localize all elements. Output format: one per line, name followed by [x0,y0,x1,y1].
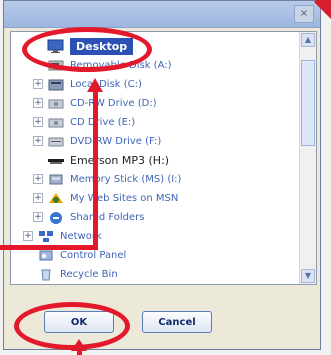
desktop-arrow-shaft [93,92,98,246]
tree-item-label: CD-RW Drive (D:) [70,97,157,109]
tree-item[interactable]: + My Web Sites on MSN [33,188,178,208]
tree-item-label: Control Panel [60,249,127,261]
tree-item[interactable]: ACARS BIKE BACKUP [23,283,163,284]
network-icon [37,229,55,244]
tree-item-label: My Web Sites on MSN [70,192,179,204]
vertical-scrollbar[interactable]: ▲ ▼ [299,32,316,284]
dvd-drive-icon [47,134,65,149]
web-sites-icon [47,191,65,206]
desktop-arrow-head [87,78,103,92]
mp3-player-icon [47,153,65,168]
scroll-thumb[interactable] [301,60,315,146]
scroll-down-icon[interactable]: ▼ [301,269,315,283]
tree-item-label: CD Drive (E:) [70,116,136,128]
desktop-highlight-circle [22,27,152,72]
close-icon[interactable]: × [300,8,308,19]
expand-toggle[interactable]: + [33,98,43,108]
tree-item[interactable]: + CD Drive (E:) [33,112,135,132]
tree-item-label: Local Disk (C:) [70,78,142,90]
expand-toggle[interactable]: + [33,136,43,146]
tree-item-label: Memory Stick (MS) (I:) [70,173,182,185]
tree-item[interactable]: + Network [23,226,102,246]
expand-toggle[interactable]: + [33,174,43,184]
shared-folder-icon [47,210,65,225]
hard-drive-icon [47,77,65,92]
expand-toggle[interactable]: + [33,79,43,89]
memory-stick-icon [47,172,65,187]
expand-toggle[interactable]: + [23,231,33,241]
cancel-button[interactable]: Cancel [142,311,212,333]
expand-toggle[interactable]: + [33,193,43,203]
tree-item-label: DVD-RW Drive (F:) [70,135,162,147]
tree-item-label: Shared Folders [70,211,145,223]
expand-toggle[interactable]: + [33,212,43,222]
ok-arrow-head [71,339,87,351]
expand-toggle[interactable]: + [33,117,43,127]
scroll-up-icon[interactable]: ▲ [301,33,315,47]
tree-item[interactable]: + Shared Folders [33,207,145,227]
cd-drive-icon [47,115,65,130]
close-button[interactable]: × [294,5,314,23]
tree-item-label: Recycle Bin [60,268,118,280]
tree-item-label: Emerson MP3 (H:) [70,153,170,167]
arrow-connector [0,245,98,250]
cd-drive-icon [47,96,65,111]
tree-item[interactable]: Emerson MP3 (H:) [33,150,169,170]
tree-item[interactable]: + Memory Stick (MS) (I:) [33,169,181,189]
title-bar[interactable]: × [4,1,320,28]
tree-item[interactable]: Recycle Bin [23,264,118,284]
recycle-bin-icon [37,267,55,282]
